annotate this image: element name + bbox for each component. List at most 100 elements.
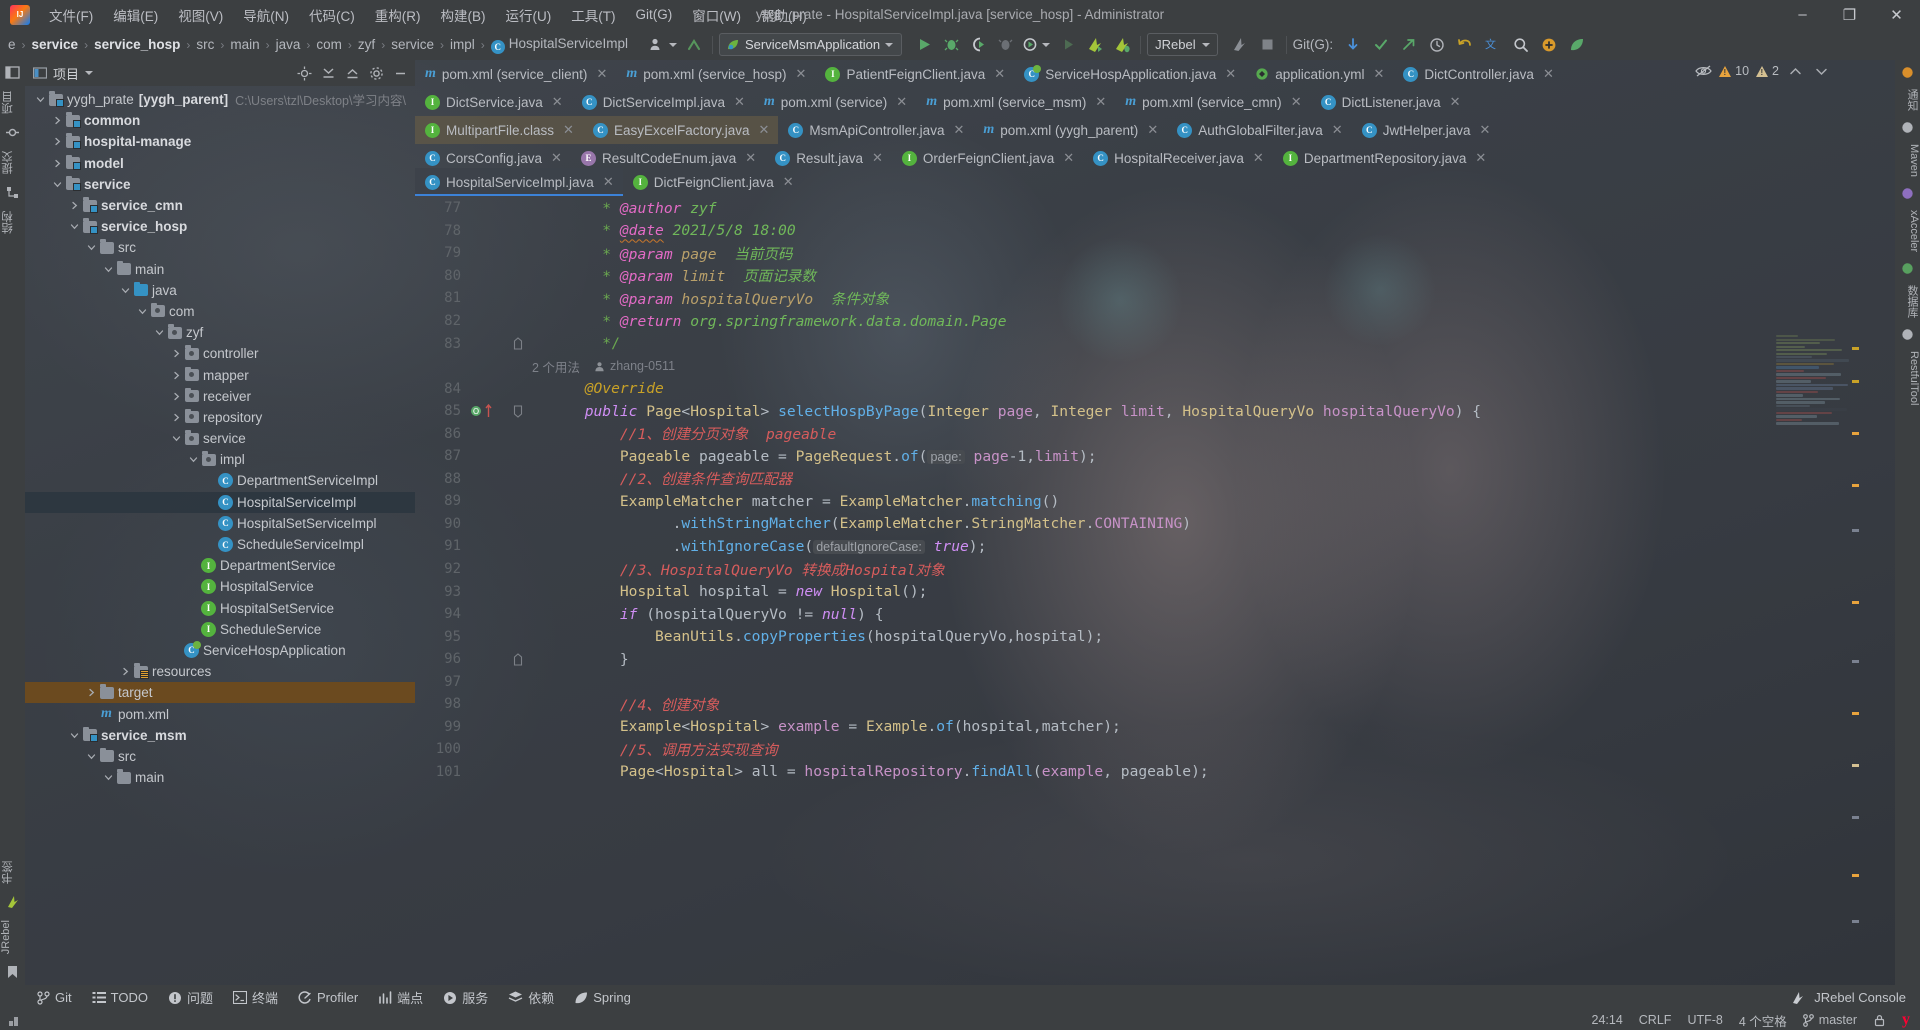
hide-panel-button[interactable] [389,62,411,84]
bottom-tool-spring[interactable]: Spring [565,988,640,1007]
implementing-method-icon[interactable]: O [470,405,482,417]
tree-node-zyf[interactable]: zyf [25,322,415,343]
tab-close-icon[interactable]: ✕ [552,94,563,110]
gutter-icons[interactable] [467,337,523,350]
menu-run[interactable]: 运行(U) [496,1,562,29]
code-text[interactable]: Hospital hospital = new Hospital(); [523,583,1895,600]
code-text[interactable]: Example<Hospital> example = Example.of(h… [523,718,1895,735]
menu-refactor[interactable]: 重构(R) [365,1,431,29]
tree-node-servicehospapplication[interactable]: C ServiceHospApplication [25,640,415,661]
tab-close-icon[interactable]: ✕ [1450,94,1461,110]
tree-node-hospital-manage[interactable]: hospital-manage [25,131,415,152]
lock-icon[interactable] [1873,1014,1886,1027]
tree-node-impl[interactable]: impl [25,449,415,470]
code-text[interactable]: @Override [523,380,1895,397]
tree-node-target[interactable]: target [25,682,415,704]
breadcrumb-item-4[interactable]: main [226,35,263,54]
fold-marker-icon[interactable] [513,337,523,350]
tab-close-icon[interactable]: ✕ [1225,66,1236,82]
jrebel-selector[interactable]: JRebel [1147,33,1218,56]
jrebel-icon-button[interactable] [1228,33,1252,57]
menu-window[interactable]: 窗口(W) [682,1,751,29]
error-stripe-mark[interactable] [1852,711,1859,715]
stop-button[interactable] [1256,33,1280,57]
code-line[interactable]: 85 O public Page<Hospital> selectHospByPa… [415,400,1895,423]
breadcrumb-item-0[interactable]: e [4,35,20,54]
code-line[interactable]: 80 * @param limit 页面记录数 [415,265,1895,288]
editor-tab-pom-xml-yygh-parent-[interactable]: m pom.xml (yygh_parent) ✕ [973,116,1167,144]
error-stripe-mark[interactable] [1852,919,1859,923]
code-text[interactable]: if (hospitalQueryVo != null) { [523,606,1895,623]
tree-node-service-hosp[interactable]: service_hosp [25,216,415,237]
tab-close-icon[interactable]: ✕ [1373,66,1384,82]
left-strip-label-commit[interactable]: 提交 [0,145,25,180]
git-update-button[interactable] [1341,33,1365,57]
editor-tab-dictserviceimpl-java[interactable]: C DictServiceImpl.java ✕ [572,88,754,116]
menu-edit[interactable]: 编辑(E) [103,1,168,29]
right-strip-icon-2[interactable] [1899,185,1916,202]
code-line[interactable]: 91 .withIgnoreCase(defaultIgnoreCase: tr… [415,535,1895,558]
editor-tab-multipartfile-class[interactable]: I MultipartFile.class ✕ [415,116,583,144]
tab-close-icon[interactable]: ✕ [783,174,794,190]
prev-problem-button[interactable] [1786,66,1805,77]
collapse-all-button[interactable] [341,62,363,84]
code-line[interactable]: 89 ExampleMatcher matcher = ExampleMatch… [415,490,1895,513]
tree-node-repository[interactable]: repository [25,407,415,428]
chevron-down-icon[interactable] [187,455,200,464]
update-project-button[interactable] [682,33,706,57]
error-stripe-mark[interactable] [1852,483,1859,487]
left-strip-label-project[interactable]: 项目 [0,85,25,120]
code-text[interactable]: * @author zyf [523,200,1895,217]
tab-close-icon[interactable]: ✕ [896,94,907,110]
jrebel-run-button[interactable] [1083,33,1107,57]
left-strip-label-bookmarks[interactable]: 书签 [0,855,25,890]
error-stripe[interactable] [1850,334,1860,985]
chevron-down-icon[interactable] [102,265,115,274]
code-text[interactable]: .withStringMatcher(ExampleMatcher.String… [523,515,1895,532]
bookmarks-strip-icon[interactable] [4,963,21,981]
code-line[interactable]: 95 BeanUtils.copyProperties(hospitalQuer… [415,625,1895,648]
tree-node-src[interactable]: src [25,237,415,258]
chevron-right-icon[interactable] [170,413,183,422]
tree-node-service[interactable]: service [25,428,415,449]
breadcrumb-item-6[interactable]: com [312,35,346,54]
code-line[interactable]: 84 @Override [415,377,1895,400]
editor-tab-dictcontroller-java[interactable]: C DictController.java ✕ [1393,60,1562,88]
editor-tab-pom-xml-service-cmn-[interactable]: m pom.xml (service_cmn) ✕ [1115,88,1310,116]
chevron-right-icon[interactable] [51,159,64,168]
jrebel-debug-button[interactable] [1110,33,1134,57]
menu-git[interactable]: Git(G) [626,3,683,26]
bottom-tool-todo[interactable]: TODO [83,988,157,1007]
chevron-down-icon[interactable] [68,731,81,740]
chevron-right-icon[interactable] [51,137,64,146]
run-gutter-button[interactable] [1020,33,1053,57]
error-stripe-mark[interactable] [1852,600,1859,604]
left-strip-label-structure[interactable]: 结构 [0,205,25,240]
editor-tab-easyexcelfactory-java[interactable]: C EasyExcelFactory.java ✕ [582,116,779,144]
code-text[interactable]: * @param limit 页面记录数 [523,265,1895,286]
code-line[interactable]: 97 [415,670,1895,693]
yandex-icon[interactable]: y [1902,1011,1910,1029]
plugin-button[interactable] [1537,33,1561,57]
tree-node-main[interactable]: main [25,767,415,788]
error-stripe-mark[interactable] [1852,763,1859,767]
right-strip-icon-0[interactable] [1899,64,1916,81]
menu-view[interactable]: 视图(V) [168,1,233,29]
right-strip-label-2[interactable]: xAcceler [1895,208,1920,254]
editor-tab-dictlistener-java[interactable]: C DictListener.java ✕ [1311,88,1470,116]
code-line[interactable]: 93 Hospital hospital = new Hospital(); [415,580,1895,603]
translate-button[interactable]: 文 [1481,33,1505,57]
code-text[interactable]: * @return org.springframework.data.domai… [523,313,1895,330]
jrebel-console-label[interactable]: JRebel Console [1812,988,1908,1007]
chevron-down-icon[interactable] [153,328,166,337]
code-text[interactable]: * @param hospitalQueryVo 条件对象 [523,288,1895,309]
breadcrumb-item-7[interactable]: zyf [354,35,379,54]
usage-count[interactable]: 2 个用法 [532,357,580,376]
editor-tab-application-yml[interactable]: application.yml ✕ [1245,60,1393,88]
usage-annotation[interactable]: 2 个用法 zhang-0511 [523,356,675,376]
usage-author[interactable]: zhang-0511 [610,359,675,373]
code-line[interactable]: 77 * @author zyf [415,197,1895,220]
code-lines[interactable]: 77 * @author zyf 78 * @date 2021/5/8 18:0… [415,197,1895,985]
editor-tab-pom-xml-service-hosp-[interactable]: m pom.xml (service_hosp) ✕ [616,60,815,88]
code-line[interactable]: 100 //5、调用方法实现查询 [415,738,1895,761]
